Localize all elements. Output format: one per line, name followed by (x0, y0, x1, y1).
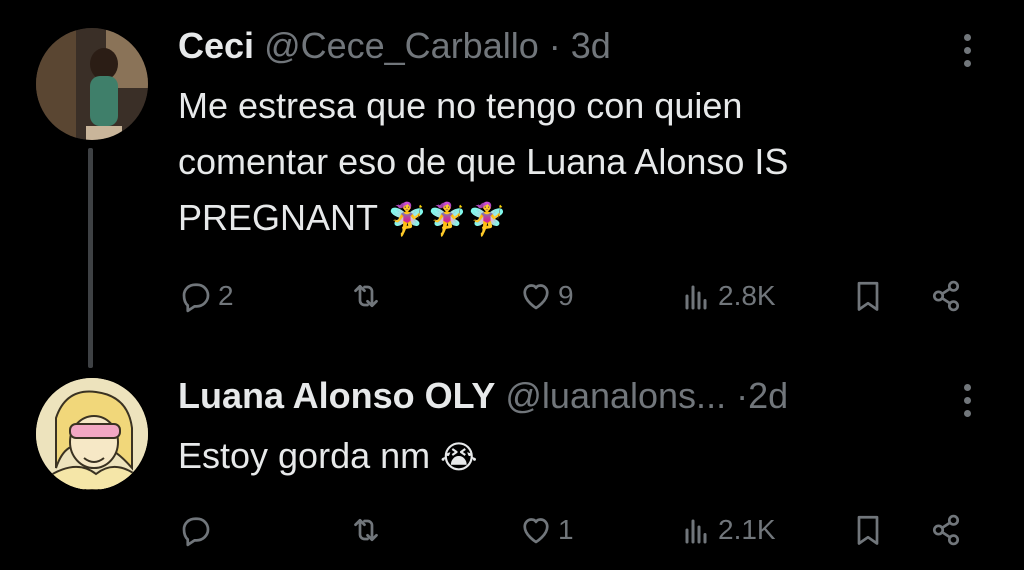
views-icon (685, 285, 707, 310)
timestamp[interactable]: 2d (748, 375, 788, 416)
handle[interactable]: @Cece_Carballo (264, 25, 539, 66)
share-button[interactable] (928, 510, 964, 550)
like-button[interactable]: 1 (518, 510, 574, 550)
reply-icon (182, 283, 210, 313)
views-icon (685, 519, 707, 544)
avatar-illustration (36, 378, 148, 490)
share-button[interactable] (928, 276, 964, 316)
action-bar: 1 2.1K (0, 510, 1024, 550)
more-vertical-icon[interactable] (962, 384, 972, 417)
retweet-icon (354, 284, 378, 308)
tweet-text-segment: Estoy gorda nm (178, 435, 431, 476)
fairy-emoji: 🧚‍♀️🧚‍♀️🧚‍♀️ (387, 200, 507, 238)
display-name[interactable]: Luana Alonso OLY (178, 375, 495, 416)
bookmark-icon (857, 515, 879, 545)
like-count: 9 (558, 280, 574, 311)
reply-button[interactable]: 2 (178, 276, 234, 316)
tweet-luana[interactable]: Luana Alonso OLY @luanalons... ·2d Estoy… (0, 360, 1024, 570)
like-button[interactable]: 9 (518, 276, 574, 316)
tweet-text: Estoy gorda nm 😭 (178, 428, 958, 485)
heart-icon (523, 518, 549, 544)
crying-emoji: 😭 (440, 438, 478, 476)
bookmark-button[interactable] (850, 276, 886, 316)
views-button[interactable]: 2.1K (678, 510, 776, 550)
display-name[interactable]: Ceci (178, 25, 254, 66)
retweet-icon (354, 518, 378, 542)
avatar-photo (36, 28, 148, 140)
tweet-text-segment: PREGNANT (178, 197, 378, 238)
avatar[interactable] (36, 28, 148, 140)
views-button[interactable]: 2.8K (678, 276, 776, 316)
reply-icon (182, 517, 210, 547)
bookmark-button[interactable] (850, 510, 886, 550)
tweet-header: Luana Alonso OLY @luanalons... ·2d (178, 374, 788, 418)
bookmark-icon (857, 281, 879, 311)
reply-button[interactable] (178, 510, 218, 550)
separator-dot: · (548, 25, 561, 66)
action-bar: 2 9 2.8K (0, 276, 1024, 316)
reply-count: 2 (218, 280, 234, 311)
tweet-ceci[interactable]: Ceci @Cece_Carballo · 3d Me estresa que … (0, 0, 1024, 368)
tweet-text: Me estresa que no tengo con quien coment… (178, 78, 958, 247)
like-count: 1 (558, 514, 574, 545)
share-icon (932, 514, 960, 546)
heart-icon (523, 284, 549, 310)
handle[interactable]: @luanalons... (505, 375, 726, 416)
thread-line (88, 148, 93, 368)
tweet-header: Ceci @Cece_Carballo · 3d (178, 24, 611, 68)
tweet-text-line: Estoy gorda nm 😭 (178, 428, 958, 485)
views-count: 2.8K (718, 280, 776, 311)
share-icon (932, 280, 960, 312)
more-vertical-icon[interactable] (962, 34, 972, 67)
views-count: 2.1K (718, 514, 776, 545)
tweet-text-line: PREGNANT 🧚‍♀️🧚‍♀️🧚‍♀️ (178, 190, 958, 247)
avatar[interactable] (36, 378, 148, 490)
retweet-button[interactable] (348, 276, 388, 316)
tweet-text-line: comentar eso de que Luana Alonso IS (178, 141, 789, 182)
timestamp[interactable]: 3d (571, 25, 611, 66)
tweet-text-line: Me estresa que no tengo con quien (178, 85, 743, 126)
retweet-button[interactable] (348, 510, 388, 550)
separator-dot: · (736, 375, 749, 416)
